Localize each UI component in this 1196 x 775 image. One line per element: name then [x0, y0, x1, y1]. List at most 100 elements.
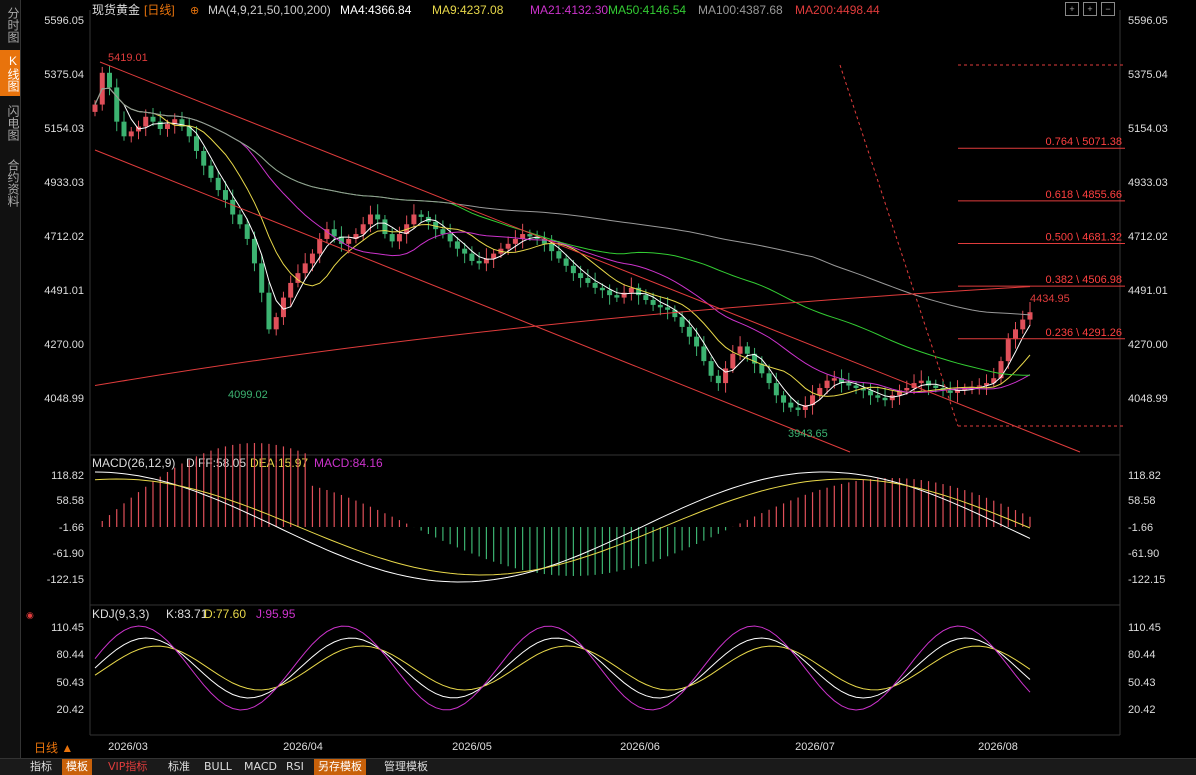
- kdj-title: KDJ(9,3,3): [92, 607, 149, 621]
- candle-body: [868, 390, 874, 396]
- price-tick-right: 4048.99: [1128, 393, 1168, 405]
- candle-body: [193, 136, 199, 151]
- candle-body: [875, 395, 881, 398]
- candle-body: [302, 263, 308, 274]
- candle-body: [701, 346, 707, 362]
- kdj-tick-left: 50.43: [56, 677, 84, 689]
- ma-value-4: MA100:4387.68: [698, 3, 783, 17]
- candle-body: [150, 116, 156, 122]
- candle-body: [549, 243, 555, 252]
- ma-params: MA(4,9,21,50,100,200): [208, 3, 331, 17]
- annotation-low1: 4099.02: [228, 389, 268, 401]
- candle-body: [730, 353, 736, 369]
- bottom-tab-save-template[interactable]: 另存模板: [314, 759, 366, 775]
- bottom-tab-standard[interactable]: 标准: [164, 759, 194, 775]
- candle-body: [512, 238, 518, 244]
- candle-body: [998, 361, 1004, 379]
- annotation-last-high: 4434.95: [1030, 293, 1070, 305]
- candle-body: [570, 265, 576, 274]
- candle-body: [469, 253, 475, 261]
- ma-value-0: MA4:4366.84: [340, 3, 412, 17]
- candle-body: [744, 346, 750, 354]
- candle-body: [164, 124, 170, 129]
- price-tick-right: 4491.01: [1128, 285, 1168, 297]
- candle-body: [694, 336, 700, 347]
- price-tick-left: 5596.05: [44, 15, 84, 27]
- annotation-low2: 3943.65: [788, 428, 828, 440]
- candle-body: [360, 224, 366, 235]
- macd-tick-left: -1.66: [59, 522, 84, 534]
- ma200-line: [94, 286, 1031, 387]
- price-tick-right: 5596.05: [1128, 15, 1168, 27]
- candle-body: [918, 380, 924, 384]
- zoom-in-icon[interactable]: +: [1083, 2, 1097, 16]
- candle-body: [367, 214, 373, 225]
- candle-body: [201, 150, 207, 166]
- candle-body: [237, 214, 243, 225]
- candle-body: [382, 219, 388, 235]
- candle-body: [904, 387, 910, 391]
- macd-tick-right: 58.58: [1128, 495, 1156, 507]
- ma-value-5: MA200:4498.44: [795, 3, 880, 17]
- fib-trendline: [839, 64, 959, 427]
- bottom-tab-vip[interactable]: VIP指标: [104, 759, 151, 775]
- candle-body: [628, 287, 634, 293]
- macd-diff-line: [94, 471, 1031, 583]
- macd-tick-left: -122.15: [47, 574, 84, 586]
- candle-body: [411, 214, 417, 225]
- candle-body: [933, 385, 939, 388]
- candle-body: [665, 307, 671, 310]
- candle-body: [788, 402, 794, 408]
- candle-body: [114, 87, 120, 122]
- kdj-k: K:83.71: [166, 607, 208, 621]
- candle-body: [309, 253, 315, 264]
- macd-diff: DIFF:58.05: [186, 456, 246, 470]
- candle-body: [853, 385, 859, 388]
- candle-body: [389, 234, 395, 242]
- candle-body: [222, 190, 228, 200]
- x-axis-label: 2026/07: [795, 741, 835, 753]
- macd-dea-line: [94, 478, 1031, 576]
- candle-body: [795, 407, 801, 410]
- candle-body: [251, 238, 257, 264]
- trendline-lower: [94, 149, 851, 453]
- macd-dea: DEA:15.97: [250, 456, 308, 470]
- bottom-tab-rsi[interactable]: RSI: [282, 759, 308, 775]
- candle-body: [491, 253, 497, 259]
- ma100-line: [94, 87, 1031, 316]
- candle-body: [643, 295, 649, 301]
- annotation-high: 5419.01: [108, 52, 148, 64]
- bottom-tab-indicator[interactable]: 指标: [26, 759, 56, 775]
- x-axis-label: 2026/06: [620, 741, 660, 753]
- candle-body: [346, 238, 352, 244]
- candle-body: [766, 373, 772, 384]
- zoom-out-icon[interactable]: −: [1101, 2, 1115, 16]
- bottom-tab-template[interactable]: 模板: [62, 759, 92, 775]
- candle-body: [208, 165, 214, 178]
- candle-body: [599, 287, 605, 291]
- candle-body: [273, 317, 279, 330]
- price-tick-left: 4712.02: [44, 231, 84, 243]
- candle-body: [708, 361, 714, 376]
- kdj-j: J:95.95: [256, 607, 296, 621]
- bottom-tab-manage-template[interactable]: 管理模板: [380, 759, 432, 775]
- candle-body: [686, 326, 692, 337]
- candle-body: [715, 375, 721, 384]
- macd-tick-right: 118.82: [1128, 470, 1161, 482]
- candle-body: [831, 378, 837, 381]
- crosshair-icon[interactable]: +: [1065, 2, 1079, 16]
- candle-body: [781, 395, 787, 403]
- chart-area[interactable]: 现货黄金 [日线] ⊕ MA(4,9,21,50,100,200) MA4:4366.8…: [0, 0, 1196, 758]
- candle-body: [215, 177, 221, 191]
- bottom-tab-bull[interactable]: BULL: [200, 759, 236, 775]
- candle-body: [476, 260, 482, 264]
- candle-body: [418, 214, 424, 217]
- candle-body: [947, 390, 953, 393]
- candle-body: [1020, 319, 1026, 330]
- fib-label-0: 0.764 \ 5071.38: [1046, 136, 1122, 148]
- candle-body: [679, 317, 685, 327]
- candle-body: [157, 121, 163, 129]
- bottom-tab-macd[interactable]: MACD: [240, 759, 281, 775]
- candle-body: [563, 258, 569, 266]
- kdj-tick-right: 20.42: [1128, 704, 1156, 716]
